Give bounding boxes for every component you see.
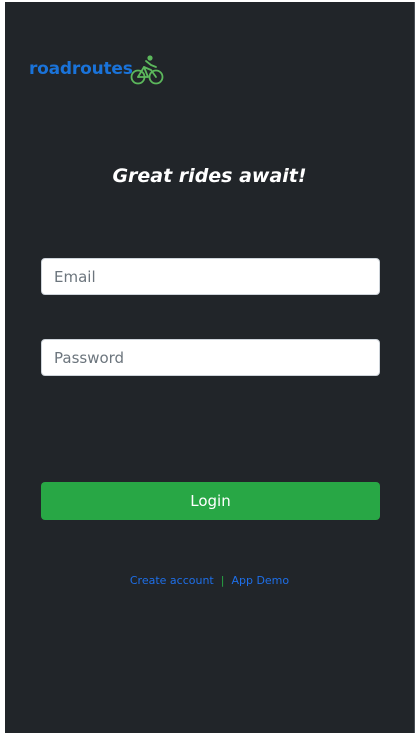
app-demo-link[interactable]: App Demo	[231, 574, 289, 587]
login-screen: roadroutes Great rides await! Login Crea…	[5, 2, 415, 733]
create-account-link[interactable]: Create account	[130, 574, 214, 587]
link-separator: |	[220, 574, 225, 587]
brand-name: roadroutes	[29, 59, 133, 79]
login-button[interactable]: Login	[41, 482, 380, 520]
brand-logo[interactable]: roadroutes	[29, 51, 165, 87]
cyclist-icon	[130, 55, 164, 85]
tagline: Great rides await!	[112, 165, 307, 187]
footer-links: Create account | App Demo	[5, 574, 414, 588]
password-field[interactable]	[41, 339, 380, 376]
email-field[interactable]	[41, 258, 380, 295]
